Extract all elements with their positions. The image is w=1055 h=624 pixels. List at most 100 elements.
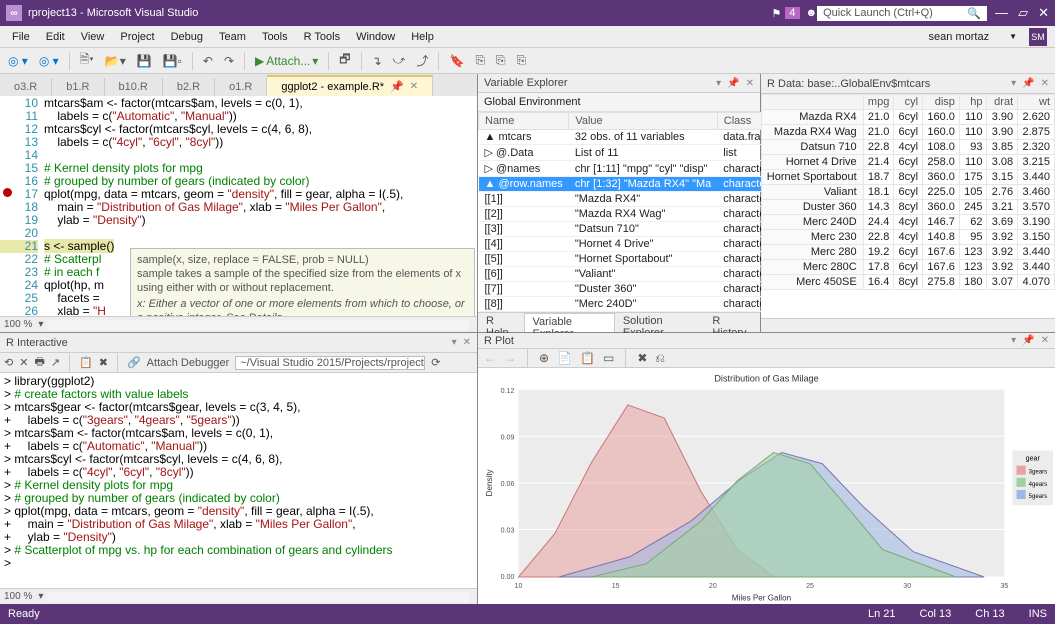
grid-col[interactable]: disp [923,95,960,110]
grid-row[interactable]: Merc 280C17.86cyl167.61233.923.440 [762,260,1055,275]
new-project-icon[interactable]: 🗎▾ [76,48,98,73]
grid-row[interactable]: Valiant18.16cyl225.01052.763.460 [762,185,1055,200]
h-scrollbar[interactable] [47,592,469,602]
tab-o1[interactable]: o1.R [215,78,267,96]
wd-combo[interactable]: ~/Visual Studio 2015/Projects/rproject13… [235,356,425,370]
plot-prev-icon[interactable]: ← [484,351,496,365]
tool-icon-1[interactable]: 🗗 [335,48,354,73]
h-scrollbar[interactable] [761,318,1055,332]
nav-back-icon[interactable]: ◎ ▾ [4,52,32,70]
col-name[interactable]: Name [479,113,569,130]
notification-flag[interactable]: ⚑ 4 [772,7,800,20]
grid-row[interactable]: Merc 28019.26cyl167.61233.923.440 [762,245,1055,260]
grid-row[interactable]: Merc 240D24.44cyl146.7623.693.190 [762,215,1055,230]
attach-debugger-label[interactable]: Attach Debugger [147,357,230,369]
plot-remove-icon[interactable]: ▭ [603,351,614,365]
pin-icon[interactable]: 📌 [390,80,404,93]
grid-col[interactable] [762,95,864,110]
grid-row[interactable]: Mazda RX4 Wag21.06cyl160.01103.902.875 [762,125,1055,140]
tab-solexp[interactable]: Solution Explorer [615,313,705,332]
user-name[interactable]: sean mortaz [921,29,998,45]
col-value[interactable]: Value [569,113,717,130]
varexp-scope[interactable]: Global Environment [478,93,760,112]
grid-row[interactable]: Hornet Sportabout18.78cyl360.01753.153.4… [762,170,1055,185]
menu-rtools[interactable]: R Tools [296,29,348,45]
plot-zoom-icon[interactable]: ⊕ [539,351,549,365]
minimize-button[interactable]: — [995,5,1008,21]
restore-button[interactable]: ▱ [1018,5,1028,21]
close-icon[interactable]: ✕ [1041,78,1049,89]
menu-view[interactable]: View [73,29,113,45]
nav-fwd-icon[interactable]: ◎ ▾ [35,52,63,70]
copy-icon[interactable]: 📋 [79,356,93,369]
close-icon[interactable]: ✕ [1041,335,1049,346]
step-into-icon[interactable]: ↴ [368,52,386,70]
plot-export-icon[interactable]: 📄 [557,351,572,365]
arrow-icon[interactable]: ↗ [51,356,60,369]
attach-button[interactable]: ▶ Attach... ▾ [251,52,322,70]
attach-debugger-icon[interactable]: 🔗 [127,356,141,369]
grid-row[interactable]: Duster 36014.38cyl360.02453.213.570 [762,200,1055,215]
grid-row[interactable]: Merc 450SE16.48cyl275.81803.074.070 [762,275,1055,290]
tab-o3[interactable]: o3.R [0,78,52,96]
tool-icon-2[interactable]: ⎘ [471,51,489,70]
delete-icon[interactable]: ✖ [99,356,108,369]
open-icon[interactable]: 📂▾ [101,52,130,70]
tab-rhelp[interactable]: R Help [478,313,524,332]
quick-launch-input[interactable]: Quick Launch (Ctrl+Q) 🔍 [817,6,987,21]
close-icon[interactable]: ✕ [463,337,471,348]
pin-icon[interactable]: 📌 [727,78,739,89]
step-out-icon[interactable]: ⤴ [412,50,432,71]
refresh-icon[interactable]: ⟳ [431,356,440,369]
menu-window[interactable]: Window [348,29,403,45]
chevron-down-icon[interactable]: ▾ [38,591,43,602]
grid-row[interactable]: Mazda RX421.06cyl160.01103.902.620 [762,110,1055,125]
data-grid[interactable]: mpgcyldisphpdratwtMazda RX421.06cyl160.0… [761,94,1055,318]
menu-help[interactable]: Help [403,29,442,45]
zoom-level[interactable]: 100 % [4,319,32,330]
h-scrollbar[interactable] [47,320,469,330]
tab-rhist[interactable]: R History [704,313,760,332]
grid-col[interactable]: wt [1018,95,1055,110]
menu-tools[interactable]: Tools [254,29,296,45]
tab-active[interactable]: ggplot2 - example.R* 📌 ✕ [267,75,433,96]
code-area[interactable]: 101112131415161718192021222324252627 mtc… [0,96,477,316]
save-all-icon[interactable]: 💾▫ [159,52,186,70]
dropdown-icon[interactable]: ▾ [1011,78,1016,89]
chevron-down-icon[interactable]: ▾ [38,319,43,330]
close-button[interactable]: ✕ [1038,5,1049,21]
clear-icon[interactable]: ✕ [19,356,28,369]
menu-debug[interactable]: Debug [163,29,211,45]
plot-next-icon[interactable]: → [504,351,516,365]
save-icon[interactable]: 💾 [133,52,156,70]
tab-b1[interactable]: b1.R [52,78,104,96]
dropdown-icon[interactable]: ▾ [452,337,457,348]
tool-icon-3[interactable]: ⎘ [492,51,510,70]
redo-icon[interactable]: ↷ [220,52,238,70]
pin-icon[interactable]: 📌 [1022,78,1034,89]
feedback-icon[interactable]: ☻ [806,7,818,19]
bookmark-icon[interactable]: 🔖 [445,52,468,70]
grid-row[interactable]: Hornet 4 Drive21.46cyl258.01103.083.215 [762,155,1055,170]
print-icon[interactable]: 🖶 [34,353,44,372]
tool-icon-4[interactable]: ⎘ [513,51,531,70]
menu-edit[interactable]: Edit [38,29,73,45]
reset-icon[interactable]: ⟲ [4,356,13,369]
tab-varexp[interactable]: Variable Explorer [524,313,615,332]
grid-row[interactable]: Datsun 71022.84cyl108.0933.852.320 [762,140,1055,155]
plot-history-icon[interactable]: ⎌ [655,351,665,366]
grid-col[interactable]: drat [987,95,1018,110]
chevron-down-icon[interactable]: ▼ [1001,30,1025,43]
zoom-level[interactable]: 100 % [4,591,32,602]
undo-icon[interactable]: ↶ [199,52,217,70]
menu-file[interactable]: File [4,29,38,45]
grid-col[interactable]: mpg [863,95,894,110]
dropdown-icon[interactable]: ▾ [716,78,721,89]
plot-clear-icon[interactable]: ✖ [637,351,647,365]
menu-team[interactable]: Team [211,29,254,45]
plot-copy-icon[interactable]: 📋 [580,351,595,365]
close-tab-icon[interactable]: ✕ [410,81,418,92]
tab-b10[interactable]: b10.R [105,78,163,96]
pin-icon[interactable]: 📌 [1022,335,1034,346]
r-console[interactable]: > library(ggplot2) > # create factors wi… [0,373,477,588]
